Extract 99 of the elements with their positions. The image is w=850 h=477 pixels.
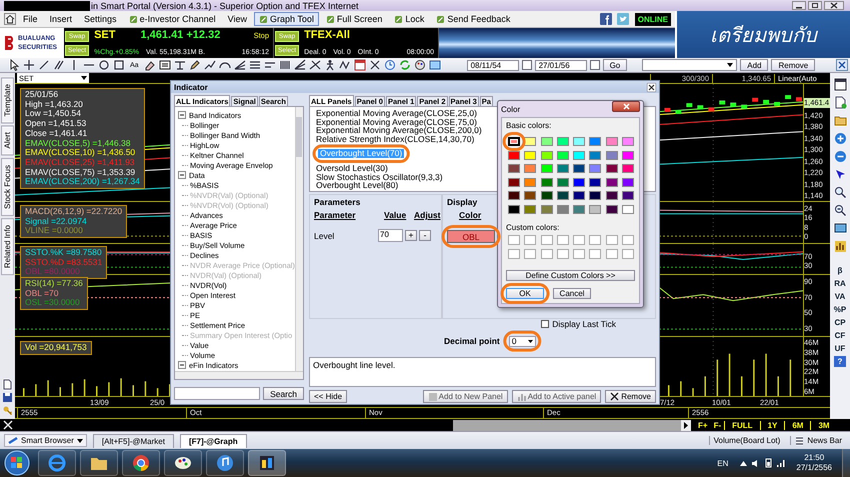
add-button[interactable]: Add <box>740 59 768 71</box>
go-button[interactable]: Go <box>602 59 628 71</box>
legend-text: OSL =30.0000 <box>25 298 81 308</box>
side-tab[interactable]: Stock Focus <box>1 158 14 216</box>
smart-browser-button[interactable]: Smart Browser <box>4 434 87 447</box>
clock-time: 21:50 <box>804 453 824 463</box>
menu-item[interactable]: Full Screen <box>320 12 388 26</box>
legend-text: Open =1,451.53 <box>25 119 88 129</box>
increment-button[interactable]: + <box>405 230 417 241</box>
document-tab[interactable]: [Alt+F5]-@Market <box>92 434 174 448</box>
range-button[interactable]: 1Y <box>760 420 784 430</box>
menu-item[interactable]: Settings <box>79 12 122 26</box>
list-item[interactable]: Exponential Moving Average(CLOSE,25,0) <box>314 109 479 118</box>
range-button[interactable]: FULL <box>724 420 760 430</box>
dialog-title: Indicator <box>174 82 208 92</box>
action-button[interactable]: Add to New Panel <box>422 390 508 403</box>
range-button[interactable]: 6M <box>784 420 810 430</box>
language-indicator[interactable]: EN <box>717 458 728 468</box>
connection-status: ONLINE <box>634 12 671 26</box>
tool-button[interactable]: ? <box>834 356 846 367</box>
legend-text: EMAV(CLOSE,75) =1,353.39 <box>25 168 136 178</box>
dialog-title: Color <box>501 104 520 114</box>
menu-item[interactable]: Lock <box>389 12 430 26</box>
legend-text: Vol =20,941,753 <box>25 343 87 353</box>
range-button[interactable]: 3M <box>810 420 837 430</box>
side-tab[interactable]: Alert <box>1 125 14 156</box>
ok-button[interactable]: OK <box>506 288 544 299</box>
tool-button[interactable]: CF <box>834 330 846 341</box>
tool-button[interactable]: VA <box>834 291 846 302</box>
legend-text: Close =1,461.41 <box>25 128 88 139</box>
legend-text: EMAV(CLOSE,200) =1,267.34 <box>25 177 140 188</box>
section-label: Basic colors: <box>506 121 552 130</box>
menu-item[interactable]: Graph Tool <box>254 12 319 26</box>
search-button[interactable]: Search <box>263 387 304 400</box>
range-button[interactable]: F- <box>710 420 724 430</box>
define-colors-button[interactable]: Define Custom Colors >> <box>506 270 635 281</box>
column-header: Value <box>384 210 408 220</box>
legend-text: OBL =70 <box>25 288 60 298</box>
remove-button[interactable]: Remove <box>771 59 816 71</box>
action-button[interactable]: Remove <box>605 390 656 403</box>
list-item[interactable]: Oversold Level(30) <box>314 164 390 173</box>
menu-item[interactable]: Insert <box>44 12 78 26</box>
index-price: 1,461.41 +12.32 <box>140 29 220 41</box>
menu-item[interactable]: File <box>18 12 43 26</box>
list-item[interactable]: Exponential Moving Average(CLOSE,75,0) <box>314 118 479 126</box>
tool-button[interactable]: %P <box>834 304 846 315</box>
legend-text: EMAV(CLOSE,10) =1,436.50 <box>25 148 136 158</box>
checkbox-label: Display Last Tick <box>552 319 616 329</box>
symbol-label: SET <box>94 29 116 41</box>
clock-date: 27/1/2556 <box>796 463 832 473</box>
date-field[interactable]: 08/11/54 <box>466 60 519 70</box>
legend-text: SSTO.%D =83.5531 <box>25 258 102 268</box>
promo-banner: เตรียมพบกับ <box>675 11 850 58</box>
value-field[interactable]: 70 <box>378 229 403 242</box>
list-item[interactable]: Relative Strength Index(CLOSE,14,30,70) <box>314 134 476 144</box>
decrement-button[interactable]: - <box>419 230 431 241</box>
group-title: Parameters <box>314 197 360 207</box>
description-box: Overbought line level. <box>309 357 656 387</box>
tool-button[interactable]: RA <box>834 278 846 289</box>
decimal-label: Decimal point <box>444 336 500 346</box>
hide-button[interactable]: << Hide <box>309 390 348 403</box>
legend-text: EMAV(CLOSE,5) =1,446.38 <box>25 138 132 148</box>
action-button[interactable]: Add to Active panel <box>512 390 602 403</box>
legend-text: MACD(26,12,9) =22.7220 <box>25 207 122 217</box>
cancel-button[interactable]: Cancel <box>553 288 591 299</box>
menu-item[interactable]: Send Feedback <box>431 12 516 26</box>
status-label: Volume(Board Lot) <box>714 436 780 445</box>
side-tab[interactable]: Template <box>1 77 14 124</box>
list-item[interactable]: Exponential Moving Average(CLOSE,200,0) <box>314 126 484 135</box>
date-field[interactable]: 27/01/56 <box>534 60 587 70</box>
menu-item[interactable]: e-Investor Channel <box>124 12 221 26</box>
column-header: Parameter <box>314 210 357 220</box>
tool-button[interactable]: CP <box>834 317 846 328</box>
symbol-label: TFEX-All <box>304 29 350 41</box>
list-item[interactable]: Overbought Level(80) <box>314 181 400 190</box>
tool-button[interactable]: β <box>838 265 842 276</box>
window-title: in Smart Portal (Version 4.3.1) - Superior Option and TFEX Internet <box>91 0 358 10</box>
status-label[interactable]: News Bar <box>807 436 842 445</box>
legend-text: OBL =80.0000 <box>25 267 81 278</box>
legend-text: SSTO.%K =89.7580 <box>25 248 102 258</box>
side-tab[interactable]: Related Info <box>1 218 14 276</box>
document-tab[interactable]: [F7]-@Graph <box>180 434 247 448</box>
list-item[interactable]: Slow Stochastics Oscillator(9,3,3) <box>314 172 445 182</box>
legend-text: Low =1,450.54 <box>25 109 82 120</box>
tool-button[interactable]: UF <box>834 343 846 354</box>
section-label: Custom colors: <box>506 222 560 232</box>
group-title: Display <box>447 197 478 207</box>
legend-text: RSI(14) =77.36 <box>25 279 83 289</box>
legend-text: 25/01/56 <box>25 90 60 100</box>
menu-item[interactable]: View <box>222 12 252 26</box>
legend-text: VLINE =0.0000 <box>25 226 84 236</box>
legend-text: Signal =22.0974 <box>25 216 88 226</box>
column-header: Adjust <box>414 210 442 220</box>
legend-text: EMAV(CLOSE,25) =1,411.93 <box>25 158 136 168</box>
legend-text: High =1,463.20 <box>25 100 84 110</box>
decimal-dropdown[interactable]: 0 <box>508 336 536 346</box>
range-button[interactable]: F+ <box>695 420 711 430</box>
parameter-name: Level <box>314 230 336 240</box>
column-header: Color <box>459 210 482 220</box>
